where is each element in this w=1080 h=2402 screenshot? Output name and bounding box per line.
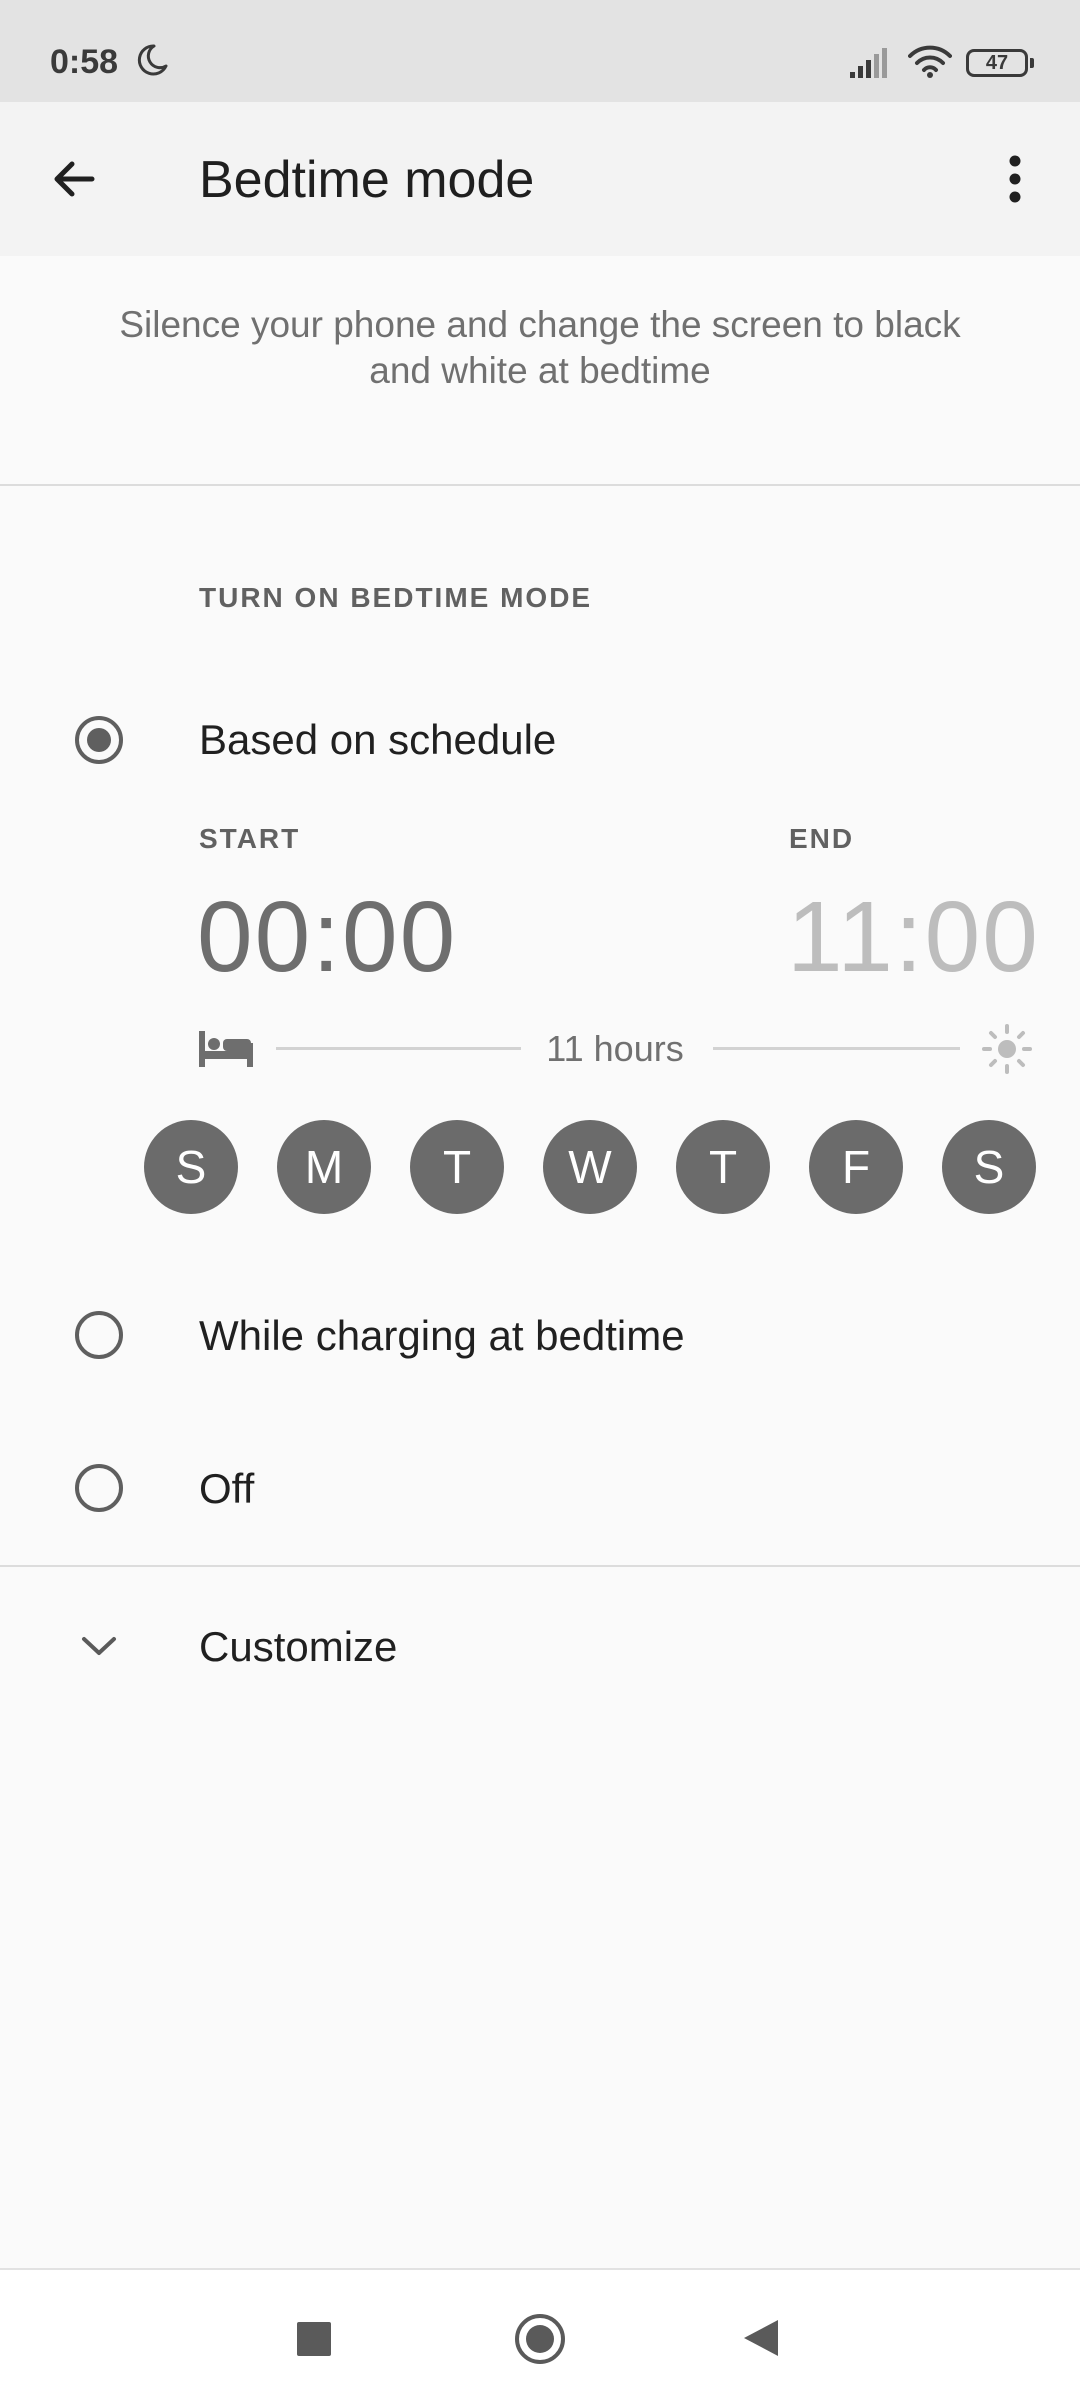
chevron-down-icon (80, 1634, 118, 1663)
arrow-back-icon (54, 161, 95, 197)
sun-icon (982, 1024, 1032, 1079)
status-bar: 0:58 47 (0, 0, 1080, 102)
app-bar: Bedtime mode (0, 102, 1080, 256)
bed-icon (199, 1031, 253, 1072)
more-options-button[interactable] (990, 147, 1040, 211)
more-vert-icon (1009, 155, 1021, 203)
end-time[interactable]: 11:00 (787, 880, 1040, 995)
duration-line-left (276, 1047, 521, 1050)
start-time[interactable]: 00:00 (197, 880, 457, 995)
battery-icon: 47 (966, 49, 1034, 77)
day-sunday[interactable]: S (144, 1120, 238, 1214)
description: Silence your phone and change the screen… (119, 304, 961, 391)
recents-square-icon[interactable] (297, 2322, 331, 2356)
option-label-schedule: Based on schedule (199, 716, 557, 763)
back-button[interactable] (44, 149, 104, 209)
day-friday[interactable]: F (809, 1120, 903, 1214)
start-label: START (199, 823, 301, 854)
divider (0, 1565, 1080, 1567)
customize-label: Customize (199, 1623, 398, 1670)
duration-label: 11 hours (546, 1028, 684, 1069)
section-header: TURN ON BEDTIME MODE (199, 582, 593, 613)
option-label-charging: While charging at bedtime (199, 1312, 685, 1359)
navigation-bar (0, 2268, 1080, 2402)
battery-level: 47 (985, 51, 1009, 74)
day-tuesday[interactable]: T (410, 1120, 504, 1214)
day-wednesday[interactable]: W (543, 1120, 637, 1214)
day-saturday[interactable]: S (942, 1120, 1036, 1214)
radio-based-on-schedule[interactable] (75, 716, 123, 764)
radio-off[interactable] (75, 1464, 123, 1512)
end-label: END (789, 823, 855, 854)
radio-while-charging[interactable] (75, 1311, 123, 1359)
option-label-off: Off (199, 1465, 255, 1512)
day-thursday[interactable]: T (676, 1120, 770, 1214)
home-circle-icon[interactable] (515, 2314, 565, 2364)
wifi-icon (908, 44, 952, 83)
moon-icon (134, 42, 170, 83)
signal-icon (850, 48, 894, 83)
duration-line-right (713, 1047, 960, 1050)
page-title: Bedtime mode (199, 151, 535, 209)
divider (0, 484, 1080, 486)
back-triangle-icon[interactable] (742, 2318, 780, 2363)
status-time: 0:58 (50, 43, 119, 81)
day-monday[interactable]: M (277, 1120, 371, 1214)
